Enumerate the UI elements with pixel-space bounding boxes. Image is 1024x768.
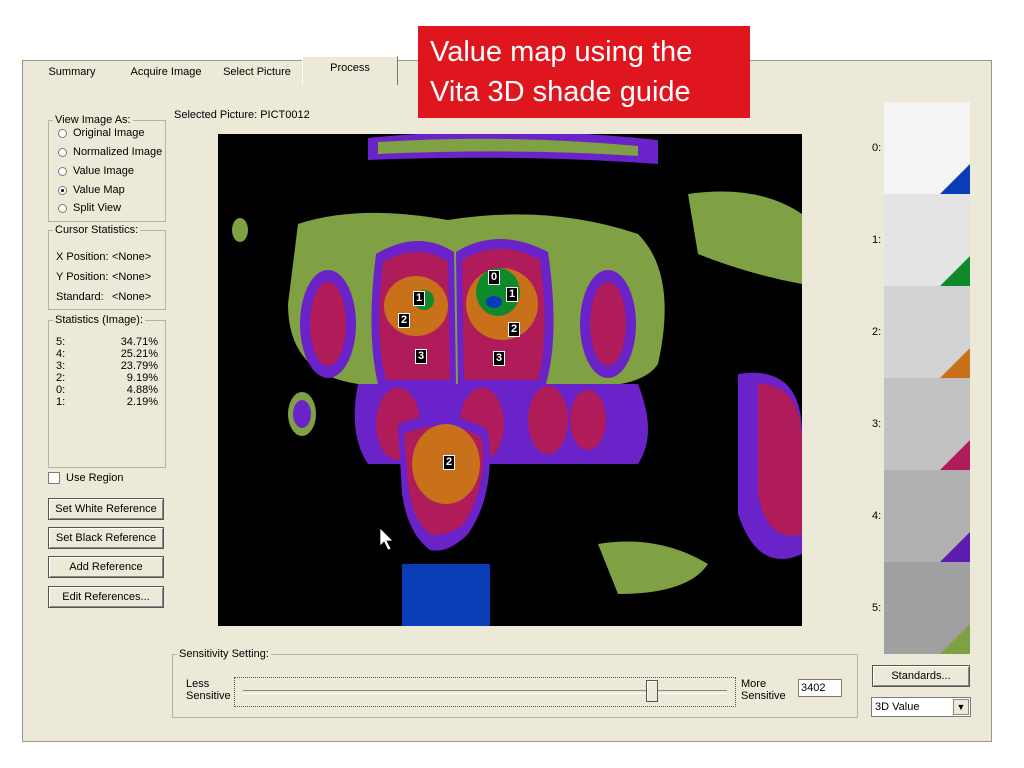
shade-label: 3: (872, 418, 882, 430)
shade-swatch (884, 470, 970, 562)
radio-circle-icon (58, 128, 67, 138)
shade-swatch (884, 378, 970, 470)
radio-circle-icon (58, 166, 67, 176)
x-position-label: X Position: (56, 251, 109, 263)
stat-row: 5: 34.71% (56, 336, 158, 348)
map-label: 2 (398, 313, 411, 328)
lateral-tooth-left-core (310, 282, 346, 366)
x-position-value: <None> (112, 251, 152, 263)
shade-swatch (884, 194, 970, 286)
use-region-checkbox[interactable]: Use Region (48, 472, 123, 484)
y-position-label: Y Position: (56, 271, 109, 283)
stat-row: 3: 23.79% (56, 360, 158, 372)
stat-row: 2: 9.19% (56, 372, 158, 384)
tab-process[interactable]: Process (302, 56, 398, 85)
radio-split-view[interactable]: Split View (58, 199, 121, 217)
reference-blue-patch (402, 564, 490, 626)
tab-acquire-image[interactable]: Acquire Image (120, 61, 213, 83)
map-label: 3 (493, 351, 506, 366)
shade-label: 0: (872, 142, 882, 154)
sensitivity-value-input[interactable] (798, 679, 842, 697)
sensitivity-slider[interactable] (234, 677, 736, 707)
value-map-image[interactable] (218, 134, 802, 626)
map-label: 1 (506, 287, 519, 302)
more-sensitive-label: More Sensitive (741, 678, 786, 702)
radio-value-map[interactable]: Value Map (58, 181, 125, 199)
shade-swatch (884, 102, 970, 194)
shade-swatch (884, 562, 970, 654)
map-label: 0 (488, 270, 501, 285)
set-black-reference-button[interactable]: Set Black Reference (48, 527, 164, 549)
shade-swatch (884, 286, 970, 378)
lateral-tooth-right-core (590, 282, 626, 366)
standard-value: <None> (112, 291, 152, 303)
map-label: 1 (413, 291, 426, 306)
y-position-value: <None> (112, 271, 152, 283)
set-white-reference-button[interactable]: Set White Reference (48, 498, 164, 520)
callout-box: Value map using the Vita 3D shade guide (418, 26, 750, 118)
radio-circle-icon (58, 203, 67, 213)
tab-summary[interactable]: Summary (24, 61, 121, 83)
callout-line-2: Vita 3D shade guide (430, 76, 691, 108)
left-purple-blob (293, 400, 311, 428)
slider-thumb[interactable] (646, 680, 658, 702)
stat-row: 1: 2.19% (56, 396, 158, 408)
shade-label: 2: (872, 326, 882, 338)
use-region-label: Use Region (66, 472, 124, 484)
selected-picture-label: Selected Picture: PICT0012 (174, 109, 310, 121)
map-label: 2 (443, 455, 456, 470)
edit-references-button[interactable]: Edit References... (48, 586, 164, 608)
radio-normalized-image[interactable]: Normalized Image (58, 143, 162, 161)
left-green-spot (232, 218, 248, 242)
shade-marker-icon (940, 256, 970, 286)
right-tooth-inner (758, 384, 802, 536)
map-label: 2 (508, 322, 521, 337)
dropdown-value: 3D Value (875, 701, 920, 713)
shade-label: 4: (872, 510, 882, 522)
image-statistics-title: Statistics (Image): (55, 314, 144, 326)
shade-label: 5: (872, 602, 882, 614)
add-reference-button[interactable]: Add Reference (48, 556, 164, 578)
stat-row: 4: 25.21% (56, 348, 158, 360)
shade-marker-icon (940, 624, 970, 654)
radio-circle-icon (58, 147, 67, 157)
standards-button[interactable]: Standards... (872, 665, 970, 687)
shade-marker-icon (940, 440, 970, 470)
lower-tooth-4 (570, 390, 606, 450)
tab-select-picture[interactable]: Select Picture (212, 61, 303, 83)
radio-selected-icon (58, 185, 67, 195)
map-label: 3 (415, 349, 428, 364)
standard-label: Standard: (56, 291, 104, 303)
callout-line-1: Value map using the (430, 36, 693, 68)
sensitivity-title: Sensitivity Setting: (179, 648, 269, 660)
lower-tooth-3 (528, 386, 568, 454)
incisor-right-blue (486, 296, 502, 308)
less-sensitive-label: Less Sensitive (186, 678, 231, 702)
shade-label: 1: (872, 234, 882, 246)
radio-original-image[interactable]: Original Image (58, 124, 145, 142)
cursor-statistics-title: Cursor Statistics: (55, 224, 139, 236)
radio-value-image[interactable]: Value Image (58, 162, 134, 180)
stat-row: 0: 4.88% (56, 384, 158, 396)
value-mode-dropdown[interactable]: 3D Value ▼ (871, 697, 971, 717)
shade-marker-icon (940, 164, 970, 194)
shade-marker-icon (940, 532, 970, 562)
shade-marker-icon (940, 348, 970, 378)
chevron-down-icon[interactable]: ▼ (953, 699, 969, 715)
checkbox-icon (48, 472, 60, 484)
